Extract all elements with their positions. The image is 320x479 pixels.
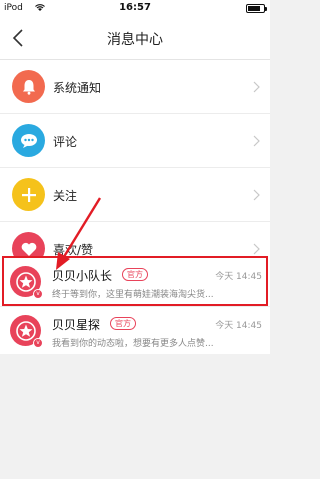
chevron-right-icon (253, 243, 260, 255)
menu-item-system-notice[interactable]: 系统通知 (0, 60, 270, 114)
highlight-box (2, 256, 268, 306)
bell-icon (12, 70, 45, 103)
status-bar: iPod 16:57 (0, 0, 270, 17)
sender-name: 贝贝星探 (52, 318, 101, 332)
comment-icon (12, 124, 45, 157)
menu-item-follow[interactable]: 关注 (0, 168, 270, 222)
pointer-arrow-icon (56, 197, 102, 270)
message-item-beibei-scout[interactable]: v 贝贝星探 官方 今天 14:45 我看到你的动态啦，想要有更多人点赞... (0, 306, 270, 354)
status-time: 16:57 (119, 2, 151, 13)
official-tag: 官方 (110, 317, 136, 330)
category-menu: 系统通知 评论 关注 喜欢/赞 (0, 60, 270, 276)
chevron-right-icon (253, 81, 260, 93)
menu-item-label: 评论 (53, 135, 78, 149)
page-title: 消息中心 (107, 32, 163, 48)
nav-bar: 消息中心 (0, 17, 270, 60)
message-preview: 我看到你的动态啦，想要有更多人点赞... (52, 339, 214, 349)
chevron-right-icon (253, 189, 260, 201)
plus-icon (12, 178, 45, 211)
battery-icon (246, 4, 267, 13)
chevron-right-icon (253, 135, 260, 147)
message-time: 今天 14:45 (215, 321, 262, 331)
menu-item-comment[interactable]: 评论 (0, 114, 270, 168)
menu-item-label: 系统通知 (53, 81, 102, 95)
verified-badge-icon: v (33, 338, 43, 348)
